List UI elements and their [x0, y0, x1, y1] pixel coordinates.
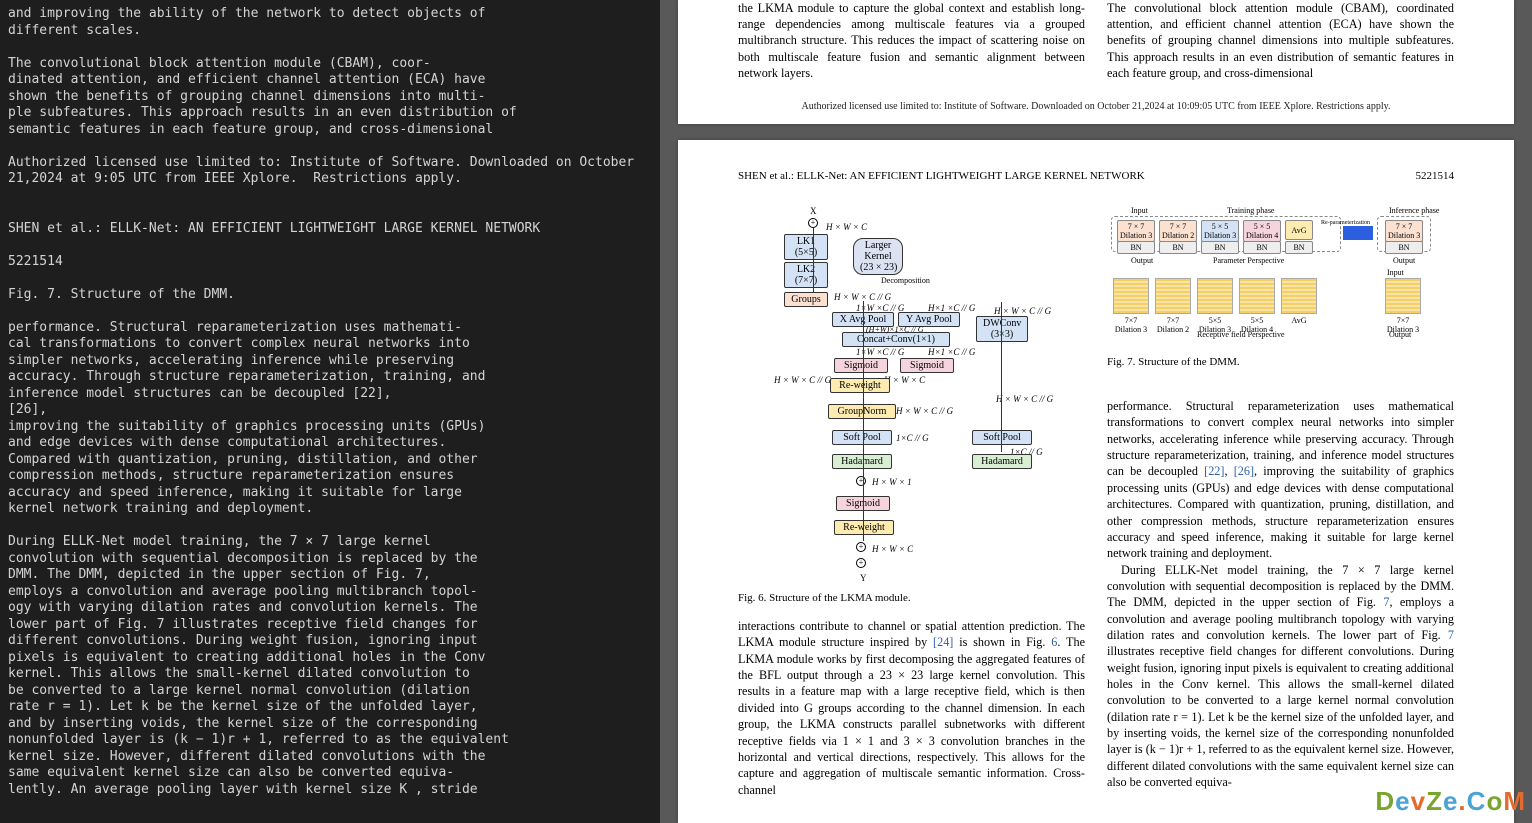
pdf-page-upper: the LKMA module to capture the global co… — [678, 0, 1514, 124]
fig6-rew1: Re-weight — [830, 378, 890, 393]
f7-bn0: BN — [1117, 241, 1155, 254]
f7-bn5: BN — [1385, 241, 1423, 254]
f7-b3: 5 × 5 Dilation 4 — [1243, 220, 1281, 242]
f7-rf: Receptive field Perspective — [1197, 330, 1285, 339]
f7-in1: Input — [1131, 206, 1148, 215]
fig6-sig1: Sigmoid — [834, 358, 888, 373]
ref-22[interactable]: [22] — [1204, 464, 1224, 478]
figure-6-diagram: X + H × W × C LK1 (5×5) LK2 (7×7) Larger… — [738, 206, 1085, 584]
pdf-preview-wrap: the LKMA module to capture the global co… — [660, 0, 1532, 823]
f7-train: Training phase — [1227, 206, 1274, 215]
fig6-gnorm: GroupNorm — [828, 404, 896, 419]
fig6-1c: 1×C // G — [896, 433, 929, 443]
fig6-lk2: LK2 (7×7) — [784, 262, 828, 288]
fig6-concat: Concat+Conv(1×1) — [842, 332, 950, 347]
body-left: interactions contribute to channel or sp… — [738, 618, 1085, 798]
f7-s4: AvG — [1281, 316, 1317, 325]
f7-s1: 7×7 Dilation 2 — [1155, 316, 1191, 334]
f7-rep: Re-parameterization — [1321, 220, 1370, 226]
f7-in2: Input — [1387, 268, 1404, 277]
running-head-left: SHEN et al.: ELLK-Net: AN EFFICIENT LIGH… — [738, 170, 1145, 182]
fig6-larger: Larger Kernel (23 × 23) — [853, 238, 903, 275]
f7-out3: Output — [1389, 330, 1411, 339]
fig6-hwcg2: H × W × C // G — [774, 375, 831, 385]
f7-bn3: BN — [1243, 241, 1281, 254]
devze-logo: DevZe.CoM — [1375, 786, 1526, 817]
running-head-right: 5221514 — [1416, 170, 1455, 182]
ref-24[interactable]: [24] — [933, 635, 953, 649]
fig6-groups: Groups — [784, 292, 828, 307]
fig6-hwc2: H × W × C — [884, 375, 925, 385]
f7-out2: Output — [1393, 256, 1415, 265]
fig6-hwcg5: H × W × C // G — [996, 394, 1053, 404]
pdf-preview[interactable]: the LKMA module to capture the global co… — [660, 0, 1532, 823]
fig6-dim2b: H×1 ×C // G — [928, 347, 975, 357]
extracted-text-panel: and improving the ability of the network… — [0, 0, 660, 823]
fig6-rew2: Re-weight — [834, 520, 894, 535]
f7-b5: 7 × 7 Dilation 3 — [1385, 220, 1423, 242]
license-text: Authorized licensed use limited to: Inst… — [738, 101, 1454, 112]
f7-s0: 7×7 Dilation 3 — [1113, 316, 1149, 334]
fig6-hwcg3: H × W × C // G — [896, 406, 953, 416]
f7-b2: 5 × 5 Dilation 3 — [1201, 220, 1239, 242]
f7-bn2: BN — [1201, 241, 1239, 254]
fig6-hwcg4: H × W × C // G — [994, 306, 1051, 316]
f7-out1: Output — [1131, 256, 1153, 265]
f7-pp: Parameter Perspective — [1213, 256, 1284, 265]
figure-7-diagram: Input Training phase Inference phase 7 ×… — [1107, 206, 1454, 348]
f7-inf: Inference phase — [1389, 206, 1439, 215]
pdf-page-lower: SHEN et al.: ELLK-Net: AN EFFICIENT LIGH… — [678, 140, 1514, 823]
fig6-had2: Hadamard — [972, 454, 1032, 469]
col-right: The convolutional block attention module… — [1107, 0, 1454, 81]
fig6-x: X — [810, 206, 817, 216]
f7-b0: 7 × 7 Dilation 3 — [1117, 220, 1155, 242]
fig6-hw11: (H+W)×1×C // G — [866, 325, 924, 334]
fig6-had1: Hadamard — [832, 454, 892, 469]
figure-7-caption: Fig. 7. Structure of the DMM. — [1107, 356, 1454, 368]
col-left: the LKMA module to capture the global co… — [738, 0, 1085, 81]
fig6-hwc3: H × W × C — [872, 544, 913, 554]
ref-26[interactable]: [26] — [1234, 464, 1254, 478]
fig6-hw1: H × W × 1 — [872, 477, 912, 487]
f7-b1: 7 × 7 Dilation 2 — [1159, 220, 1197, 242]
fig6-dw: DWConv (3×3) — [976, 316, 1028, 342]
figure-6-caption: Fig. 6. Structure of the LKMA module. — [738, 592, 1085, 604]
fig6-sp1: Soft Pool — [832, 430, 892, 445]
f7-bn4: BN — [1285, 241, 1313, 254]
fig6-sp2: Soft Pool — [972, 430, 1032, 445]
fig6-dim: H × W × C — [826, 222, 867, 232]
body-right: performance. Structural reparameterizati… — [1107, 398, 1454, 790]
fig6-decomp: Decomposition — [881, 276, 930, 285]
fig6-sig2: Sigmoid — [900, 358, 954, 373]
ref-fig7b[interactable]: 7 — [1448, 628, 1454, 642]
f7-b4: AvG — [1285, 220, 1313, 240]
fig6-y: Y — [860, 573, 867, 583]
f7-bn1: BN — [1159, 241, 1197, 254]
fig6-lk1: LK1 (5×5) — [784, 234, 828, 260]
